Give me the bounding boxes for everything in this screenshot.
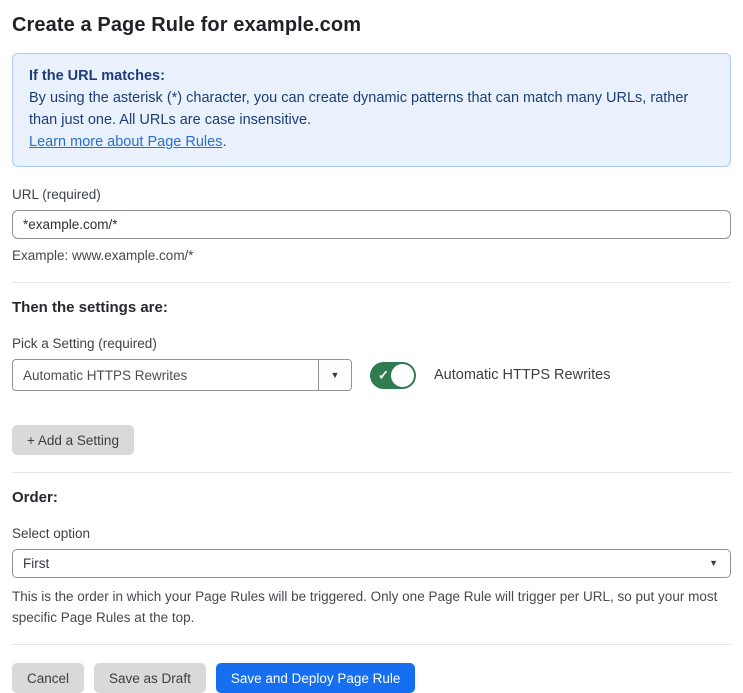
divider — [12, 644, 731, 645]
setting-row: Automatic HTTPS Rewrites ▼ ✓ Automatic H… — [12, 359, 731, 391]
save-as-draft-button[interactable]: Save as Draft — [94, 663, 206, 693]
order-helper-text: This is the order in which your Page Rul… — [12, 589, 718, 625]
link-period: . — [222, 134, 227, 150]
create-page-rule-form: Create a Page Rule for example.com If th… — [0, 0, 743, 693]
cancel-button[interactable]: Cancel — [12, 663, 85, 693]
setting-select[interactable]: Automatic HTTPS Rewrites ▼ — [12, 359, 352, 391]
url-field-label: URL (required) — [12, 187, 101, 202]
https-rewrites-toggle[interactable]: ✓ — [370, 361, 416, 389]
order-section-heading: Order: — [12, 489, 58, 506]
setting-select-value: Automatic HTTPS Rewrites — [23, 367, 188, 383]
order-select-label: Select option — [12, 526, 91, 541]
chevron-down-icon: ▼ — [330, 369, 340, 380]
order-select[interactable]: First ▼ — [12, 549, 731, 578]
info-box-heading: If the URL matches: — [29, 68, 165, 84]
info-box-link-line: Learn more about Page Rules. — [29, 131, 714, 153]
order-select-value: First — [23, 556, 50, 571]
divider — [12, 282, 731, 283]
url-match-info-box: If the URL matches: By using the asteris… — [12, 53, 731, 167]
save-and-deploy-button[interactable]: Save and Deploy Page Rule — [215, 663, 416, 693]
learn-more-link[interactable]: Learn more about Page Rules — [29, 134, 222, 150]
toggle-label: Automatic HTTPS Rewrites — [434, 367, 611, 383]
url-field-helper: Example: www.example.com/* — [12, 248, 194, 263]
page-title: Create a Page Rule for example.com — [12, 14, 362, 36]
add-setting-button[interactable]: + Add a Setting — [12, 425, 134, 455]
pick-setting-label: Pick a Setting (required) — [12, 336, 157, 351]
check-icon: ✓ — [378, 367, 389, 383]
settings-section-heading: Then the settings are: — [12, 299, 168, 316]
url-input[interactable] — [12, 210, 731, 239]
footer-actions: Cancel Save as Draft Save and Deploy Pag… — [12, 663, 731, 693]
chevron-down-icon: ▼ — [709, 558, 718, 568]
divider — [12, 472, 731, 473]
info-box-body: By using the asterisk (*) character, you… — [29, 90, 689, 128]
setting-select-arrow-button[interactable]: ▼ — [318, 360, 351, 390]
toggle-knob — [391, 363, 414, 387]
